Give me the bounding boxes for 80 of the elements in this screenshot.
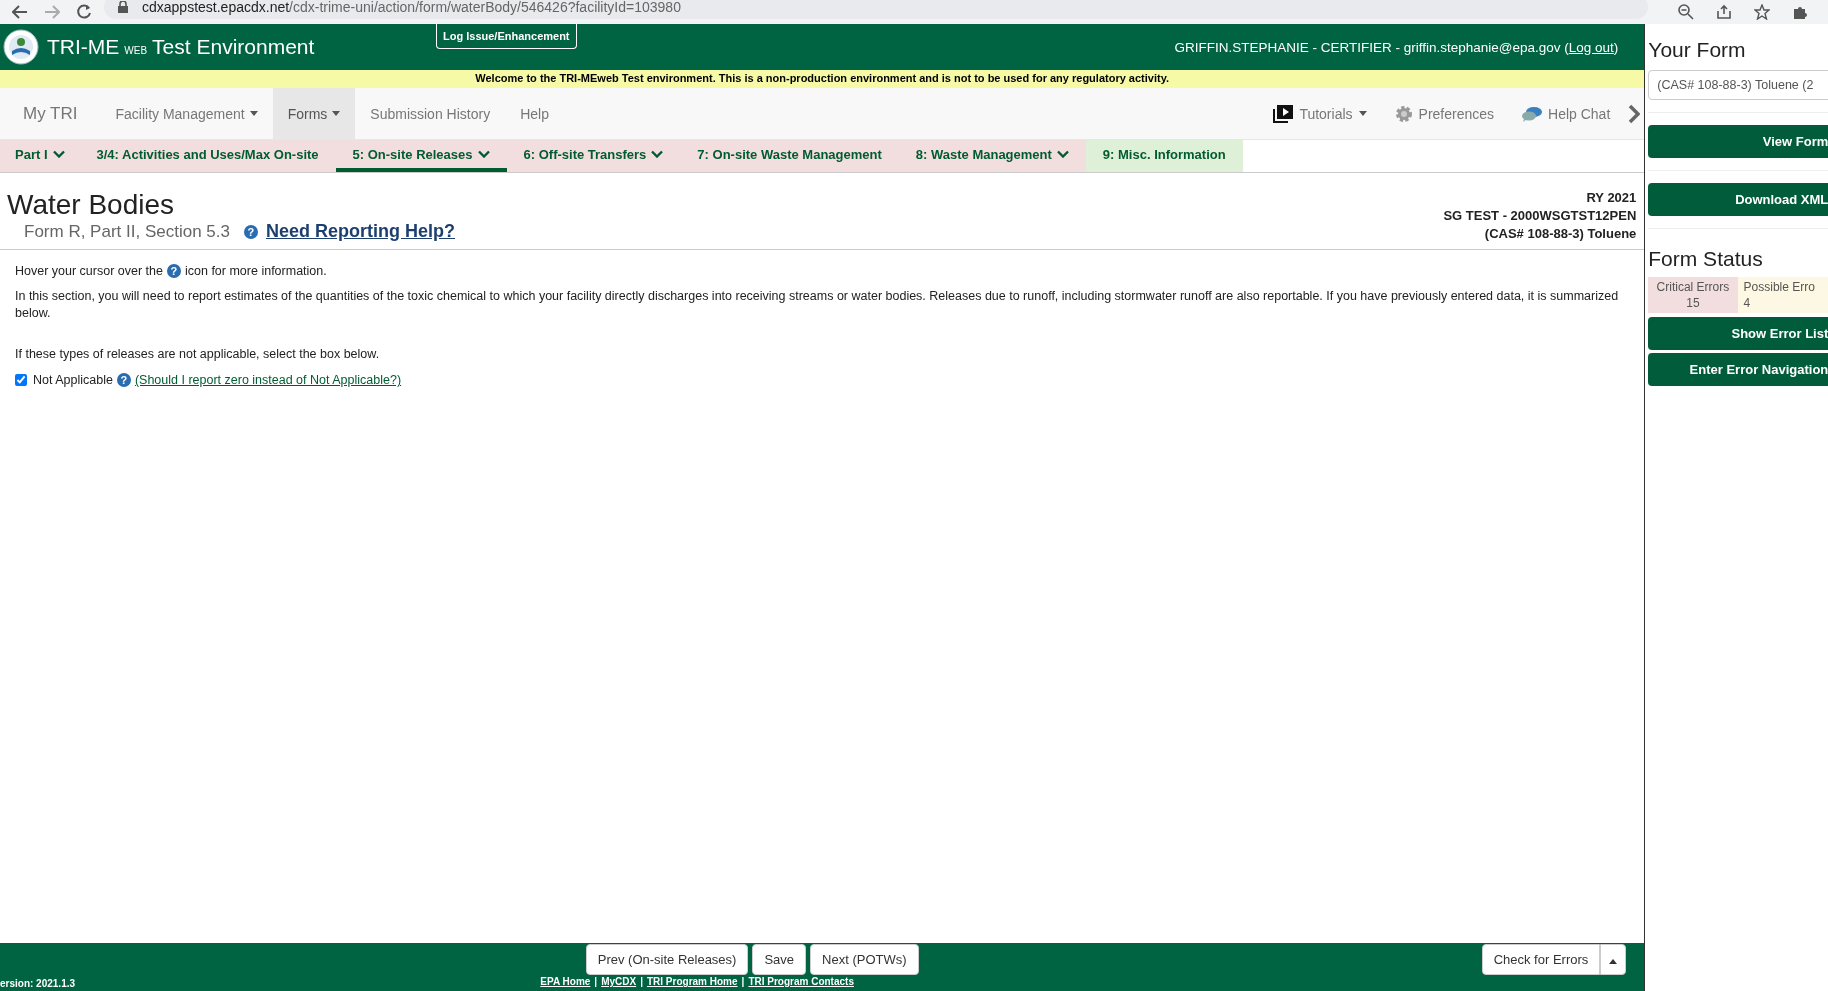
not-applicable-checkbox[interactable] (15, 374, 27, 386)
help-icon: ? (116, 373, 131, 387)
footer-button[interactable]: Prev (On-site Releases) (585, 944, 749, 975)
link-separator: | (640, 976, 643, 987)
check-errors-button[interactable]: Check for Errors (1481, 944, 1601, 975)
section-tab[interactable]: 6: Off-site Transfers (506, 140, 681, 172)
nav-menu-item[interactable]: Submission History (355, 88, 506, 139)
help-icon: ? (167, 264, 181, 278)
environment-name: Test Environment (152, 35, 315, 59)
error-label: Critical Errors (1655, 279, 1731, 295)
sidebar-button[interactable]: Show Error List (1648, 317, 1828, 350)
nav-menu-item[interactable]: Facility Management (100, 88, 273, 139)
section-tab[interactable]: 9: Misc. Information (1085, 140, 1243, 172)
page-title: Water Bodies (7, 189, 176, 221)
section-tab[interactable]: Part I (0, 140, 80, 172)
caret-up-icon (1609, 959, 1618, 964)
zero-vs-not-applicable-link[interactable]: (Should I report zero instead of Not Applicable?) (134, 373, 402, 387)
play-video-icon (1273, 104, 1294, 123)
version-text: ersion: 2021.1.3 (0, 978, 76, 989)
error-label: Possible Erro (1743, 279, 1816, 295)
app-name: TRI-ME (47, 35, 120, 59)
environment-banner: Welcome to the TRI-MEweb Test environment. This is a non-production environment and is not to be used for any regulatory activity. (0, 70, 1645, 88)
footer-link[interactable]: TRI Program Contacts (748, 976, 854, 987)
zoom-out-icon (1678, 4, 1694, 20)
link-separator: | (741, 976, 745, 987)
logout-link[interactable]: Log out (1568, 39, 1614, 55)
footer-link[interactable]: TRI Program Home (647, 976, 738, 987)
help-icon: ? (243, 224, 258, 239)
form-status-title: Form Status (1648, 247, 1764, 271)
reporting-year: RY 2021 (1585, 189, 1637, 207)
chevron-right-icon (1628, 103, 1641, 124)
error-count: 15 (1685, 295, 1701, 311)
nav-menu-item[interactable]: Tutorials (1259, 88, 1381, 139)
seal-logo-icon (3, 29, 39, 65)
sidebar-button[interactable]: Enter Error Navigation (1648, 353, 1828, 386)
address-bar[interactable]: cdxappstest.epacdx.net/cdx-trime-uni/action/form/waterBody/546426?facilityId=103980 (104, 0, 1648, 19)
nav-menu-item[interactable]: Help Chat (1508, 88, 1625, 139)
app-name-suffix: WEB (124, 44, 148, 56)
section-tab[interactable]: 5: On-site Releases (335, 140, 507, 172)
facility-name: SG TEST - 2000WSGTST12PEN (1443, 207, 1637, 225)
instruction-text: If these types of releases are not applicable, select the box below. (15, 346, 381, 363)
form-select[interactable]: (CAS# 108-88-3) Toluene (2 (1648, 70, 1828, 100)
chemical-name: (CAS# 108-88-3) Toluene (1483, 225, 1637, 243)
dropdown-toggle-button[interactable] (1600, 944, 1627, 975)
footer-button[interactable]: Next (POTWs) (810, 944, 919, 975)
footer-link[interactable]: EPA Home (540, 976, 591, 987)
link-separator: | (594, 976, 598, 987)
nav-menu-item[interactable]: Forms (272, 88, 356, 139)
puzzle-icon (1792, 4, 1808, 20)
star-icon (1754, 4, 1770, 20)
forward-icon (44, 5, 60, 19)
parenthesis: ) (1613, 39, 1619, 55)
reporting-help-link[interactable]: Need Reporting Help? (265, 221, 455, 242)
intro-paragraph: In this section, you will need to report estimates of the quantities of the toxic chemical to which your facility directly discharges into receiving streams or water bodies. Releases due to runoff, including stormwater runoff are also reportable. If you have previously entered data, it is summarized below. (15, 288, 1620, 322)
sidebar-title: Your Form (1648, 38, 1747, 62)
url-path: /cdx-trime-uni/action/form/waterBody/546426?facilityId=103980 (289, 0, 681, 15)
view-form-button[interactable]: View Form (1648, 125, 1828, 158)
gear-icon (1394, 104, 1413, 123)
error-count: 4 (1743, 295, 1752, 311)
section-tab[interactable]: 7: On-site Waste Management (680, 140, 899, 172)
lock-icon (118, 1, 128, 13)
footer-link[interactable]: MyCDX (601, 976, 637, 987)
user-info: GRIFFIN.STEPHANIE - CERTIFIER - griffin.stephanie@epa.gov ( (1174, 39, 1569, 55)
download-xml-button[interactable]: Download XML (1648, 183, 1828, 216)
section-tab[interactable]: 3/4: Activities and Uses/Max On-site (79, 140, 336, 172)
chat-bubbles-icon (1522, 105, 1543, 122)
instruction-text: Hover your cursor over the (15, 264, 163, 278)
footer-button[interactable]: Save (752, 944, 807, 975)
share-icon (1716, 4, 1732, 20)
url-host: cdxappstest.epacdx.net (142, 0, 290, 15)
reload-icon (76, 4, 92, 20)
section-reference: Form R, Part II, Section 5.3 (24, 221, 230, 242)
section-tab[interactable]: 8: Waste Management (898, 140, 1086, 172)
nav-menu-item[interactable]: Help (505, 88, 564, 139)
nav-menu-item[interactable]: Preferences (1380, 88, 1509, 139)
checkbox-label: Not Applicable (33, 373, 113, 387)
back-icon (12, 5, 28, 19)
log-issue-button[interactable]: Log Issue/Enhancement (436, 24, 577, 49)
instruction-text: icon for more information. (185, 264, 327, 278)
home-link[interactable]: My TRI (0, 88, 101, 139)
